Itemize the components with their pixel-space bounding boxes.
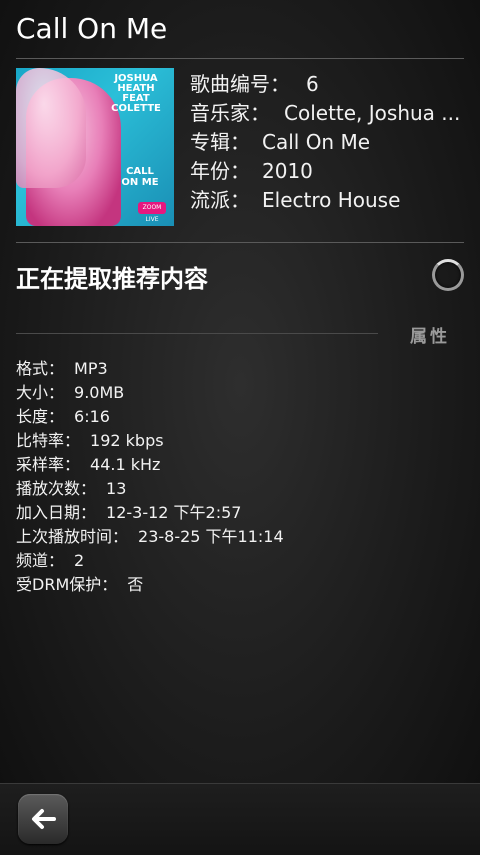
property-sample-rate: 采样率： 44.1 kHz [16,453,284,477]
recommendations-status: 正在提取推荐内容 [16,265,208,293]
album-cover: JOSHUA HEATH FEAT COLETTE CALL ON ME ZOO… [16,68,174,226]
property-value: MP3 [74,359,108,378]
property-key: 格式： [16,359,65,378]
property-key: 大小： [16,383,65,402]
property-key: 加入日期： [16,503,97,522]
cover-title-text: CALL ON ME [121,166,159,188]
cover-artist-text: JOSHUA HEATH FEAT COLETTE [111,73,161,114]
property-key: 受DRM保护： [16,575,118,594]
detail-key: 年份： [190,159,250,183]
property-play-count: 播放次数： 13 [16,477,284,501]
detail-value: 2010 [262,159,313,183]
cover-label-badge: ZOOM LIVE [138,202,166,223]
property-channels: 频道： 2 [16,549,284,573]
property-value: 2 [74,551,85,570]
cover-hair-art [16,68,86,188]
detail-value: Electro House [262,188,401,212]
back-arrow-icon [32,809,56,829]
detail-key: 音乐家： [190,101,270,125]
property-key: 采样率： [16,455,81,474]
property-key: 频道： [16,551,65,570]
detail-album: 专辑： Call On Me [190,128,470,157]
property-length: 长度： 6:16 [16,405,284,429]
property-value: 23-8-25 下午11:14 [138,527,284,546]
track-details: 歌曲编号： 6 音乐家： Colette, Joshua ... 专辑： Call O… [190,70,470,215]
property-key: 比特率： [16,431,81,450]
detail-value: Colette, Joshua ... [284,101,461,125]
property-value: 44.1 kHz [90,455,161,474]
property-size: 大小： 9.0MB [16,381,284,405]
property-last-played: 上次播放时间： 23-8-25 下午11:14 [16,525,284,549]
property-format: 格式： MP3 [16,357,284,381]
detail-track-number: 歌曲编号： 6 [190,70,470,99]
detail-value: 6 [306,72,319,96]
loading-spinner-icon [432,259,464,291]
property-key: 长度： [16,407,65,426]
property-date-added: 加入日期： 12-3-12 下午2:57 [16,501,284,525]
detail-key: 专辑： [190,130,250,154]
property-value: 13 [106,479,127,498]
property-value: 否 [127,575,144,594]
detail-year: 年份： 2010 [190,157,470,186]
property-bitrate: 比特率： 192 kbps [16,429,284,453]
details-divider [16,242,464,243]
bottom-toolbar [0,783,480,855]
detail-genre: 流派： Electro House [190,186,470,215]
detail-value: Call On Me [262,130,371,154]
property-value: 12-3-12 下午2:57 [106,503,242,522]
property-key: 上次播放时间： [16,527,129,546]
property-value: 192 kbps [90,431,164,450]
header-divider [16,58,464,59]
property-drm: 受DRM保护： 否 [16,573,284,597]
property-value: 9.0MB [74,383,125,402]
property-key: 播放次数： [16,479,97,498]
detail-artist: 音乐家： Colette, Joshua ... [190,99,470,128]
property-value: 6:16 [74,407,110,426]
page-title: Call On Me [16,12,168,45]
detail-key: 歌曲编号： [190,72,290,96]
properties-list: 格式： MP3 大小： 9.0MB 长度： 6:16 比特率： 192 kbps 采样率… [16,357,284,597]
back-button[interactable] [18,794,68,844]
properties-header: 属性 [410,327,450,347]
properties-divider [16,333,378,334]
detail-key: 流派： [190,188,250,212]
